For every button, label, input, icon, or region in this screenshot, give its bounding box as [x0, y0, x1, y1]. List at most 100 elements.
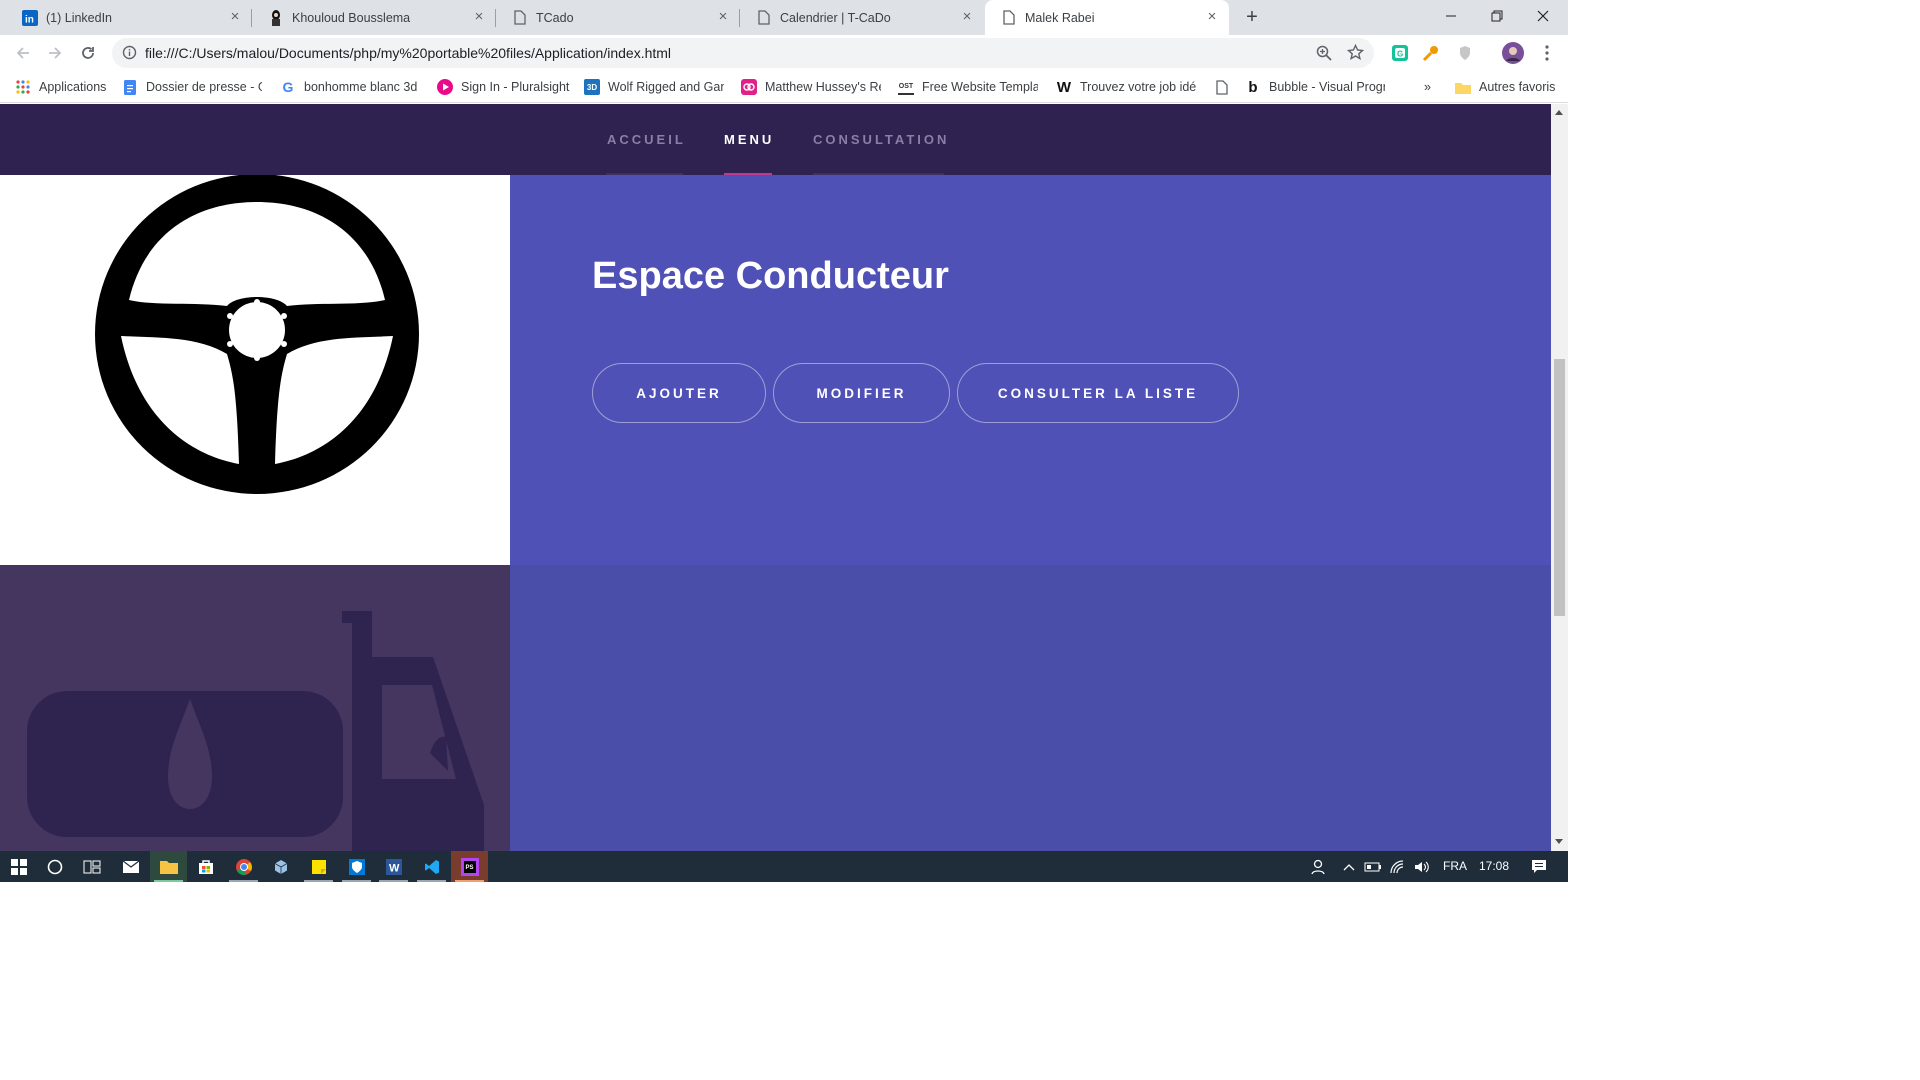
- tab-title: Khouloud Bousslema: [292, 10, 411, 25]
- extension-key-icon[interactable]: [1421, 43, 1441, 63]
- nav-link-accueil[interactable]: ACCUEIL: [607, 132, 686, 147]
- tab-calendrier[interactable]: Calendrier | T-CaDo ×: [740, 0, 984, 35]
- restore-icon: [1491, 10, 1503, 22]
- taskbar-3d-app[interactable]: [262, 851, 299, 882]
- phpstorm-icon: PS: [460, 857, 479, 876]
- forward-button[interactable]: [42, 40, 68, 66]
- bookmark-label: Applications: [39, 80, 107, 94]
- bookmark-label: Matthew Hussey's Re: [765, 80, 881, 94]
- bookmarks-more-button[interactable]: »: [1424, 78, 1431, 96]
- scroll-down-icon[interactable]: [1555, 839, 1563, 844]
- battery-button[interactable]: [1362, 851, 1384, 882]
- bubble-icon: b: [1248, 78, 1258, 96]
- page-icon: [756, 10, 772, 26]
- bookmark-page[interactable]: [1214, 78, 1238, 96]
- scroll-thumb[interactable]: [1554, 359, 1565, 616]
- nav-link-consultation[interactable]: CONSULTATION: [813, 132, 949, 147]
- taskbar-store[interactable]: [187, 851, 224, 882]
- fuel-truck-icon: [27, 611, 484, 851]
- svg-text:in: in: [25, 14, 34, 25]
- running-indicator: [379, 880, 408, 882]
- reload-button[interactable]: [75, 40, 101, 66]
- extension-shield-icon[interactable]: [1455, 43, 1475, 63]
- chevron-up-icon: [1343, 863, 1355, 870]
- bookmark-bubble[interactable]: b Bubble - Visual Progr: [1245, 78, 1385, 96]
- bookmark-label: bonhomme blanc 3d: [304, 80, 418, 94]
- w-icon: W: [1056, 78, 1072, 96]
- bookmark-dossier[interactable]: Dossier de presse - G: [122, 78, 262, 96]
- consulter-la-liste-button[interactable]: CONSULTER LA LISTE: [957, 363, 1239, 423]
- address-bar[interactable]: file:///C:/Users/malou/Documents/php/my%…: [112, 38, 1374, 68]
- tab-khouloud[interactable]: Khouloud Bousslema ×: [252, 0, 496, 35]
- bookmark-pluralsight[interactable]: Sign In - Pluralsight: [437, 78, 572, 96]
- close-tab-icon[interactable]: ×: [1205, 9, 1219, 24]
- info-icon[interactable]: [122, 45, 137, 65]
- cube-icon: [274, 859, 287, 874]
- network-button[interactable]: [1387, 851, 1409, 882]
- modifier-button[interactable]: MODIFIER: [773, 363, 950, 423]
- extension-grammarly-icon[interactable]: G: [1390, 43, 1410, 63]
- taskbar-word[interactable]: W: [375, 851, 412, 882]
- action-center-button[interactable]: [1520, 851, 1557, 882]
- close-tab-icon[interactable]: ×: [716, 9, 730, 24]
- bookmark-star-icon[interactable]: [1346, 43, 1365, 66]
- close-window-button[interactable]: [1520, 0, 1566, 32]
- minimize-icon: [1446, 15, 1456, 17]
- volume-button[interactable]: [1411, 851, 1433, 882]
- clock[interactable]: 17:08: [1479, 859, 1509, 873]
- search-button[interactable]: [36, 851, 73, 882]
- bookmark-label: Autres favoris: [1479, 80, 1556, 94]
- close-tab-icon[interactable]: ×: [960, 9, 974, 24]
- people-button[interactable]: [1300, 851, 1337, 882]
- bookmark-matthew[interactable]: Matthew Hussey's Re: [741, 78, 881, 96]
- tab-tcado[interactable]: TCado ×: [496, 0, 740, 35]
- restore-button[interactable]: [1474, 0, 1520, 32]
- bookmark-autres-favoris[interactable]: Autres favoris: [1455, 78, 1555, 96]
- taskbar-security[interactable]: [338, 851, 375, 882]
- taskbar-vscode[interactable]: [413, 851, 450, 882]
- page-icon: [1214, 79, 1230, 95]
- wifi-icon: [1390, 859, 1404, 873]
- zoom-icon[interactable]: [1316, 45, 1332, 66]
- minimize-button[interactable]: [1428, 0, 1474, 32]
- running-indicator: [154, 880, 183, 882]
- section-title: Espace Conducteur: [592, 255, 949, 297]
- bookmark-free-website[interactable]: OST Free Website Templat: [898, 78, 1038, 96]
- nav-link-menu[interactable]: MENU: [724, 132, 774, 147]
- word-icon: W: [385, 858, 402, 875]
- people-icon: [1310, 859, 1325, 874]
- taskbar-file-explorer[interactable]: [150, 851, 187, 882]
- taskbar-sticky-notes[interactable]: [300, 851, 337, 882]
- tab-strip: in (1) LinkedIn × Khouloud Bousslema × T…: [0, 0, 1568, 35]
- new-tab-button[interactable]: +: [1240, 6, 1264, 30]
- close-tab-icon[interactable]: ×: [472, 9, 486, 24]
- back-arrow-icon: [16, 47, 29, 59]
- start-button[interactable]: [0, 851, 37, 882]
- tab-linkedin[interactable]: in (1) LinkedIn ×: [0, 0, 252, 35]
- language-indicator[interactable]: FRA: [1443, 859, 1467, 873]
- driver-space-panel: Espace Conducteur AJOUTER MODIFIER CONSU…: [510, 175, 1551, 565]
- profile-avatar[interactable]: [1502, 42, 1524, 64]
- running-indicator: [417, 880, 446, 882]
- taskbar-mail[interactable]: [112, 851, 149, 882]
- mh-icon: [741, 79, 757, 95]
- close-tab-icon[interactable]: ×: [228, 9, 242, 24]
- tab-malek-rabei[interactable]: Malek Rabei ×: [985, 0, 1229, 35]
- back-button[interactable]: [10, 40, 36, 66]
- browser-menu-icon[interactable]: [1537, 43, 1557, 63]
- tray-overflow-button[interactable]: [1338, 851, 1360, 882]
- scroll-up-icon[interactable]: [1555, 110, 1563, 115]
- taskbar-phpstorm[interactable]: PS: [451, 851, 488, 882]
- bookmark-applications[interactable]: Applications: [15, 78, 106, 96]
- page-scrollbar[interactable]: [1551, 104, 1568, 851]
- task-view-icon: [83, 860, 100, 873]
- bookmark-bonhomme[interactable]: G bonhomme blanc 3d: [280, 78, 420, 96]
- linkedin-icon: in: [22, 9, 38, 26]
- bookmark-trouvez[interactable]: W Trouvez votre job idé: [1056, 78, 1196, 96]
- svg-text:W: W: [389, 862, 400, 874]
- chrome-icon: [235, 858, 252, 875]
- bookmark-wolf[interactable]: 3D Wolf Rigged and Gan: [584, 78, 724, 96]
- ajouter-button[interactable]: AJOUTER: [592, 363, 766, 423]
- taskbar-chrome[interactable]: [225, 851, 262, 882]
- task-view-button[interactable]: [73, 851, 110, 882]
